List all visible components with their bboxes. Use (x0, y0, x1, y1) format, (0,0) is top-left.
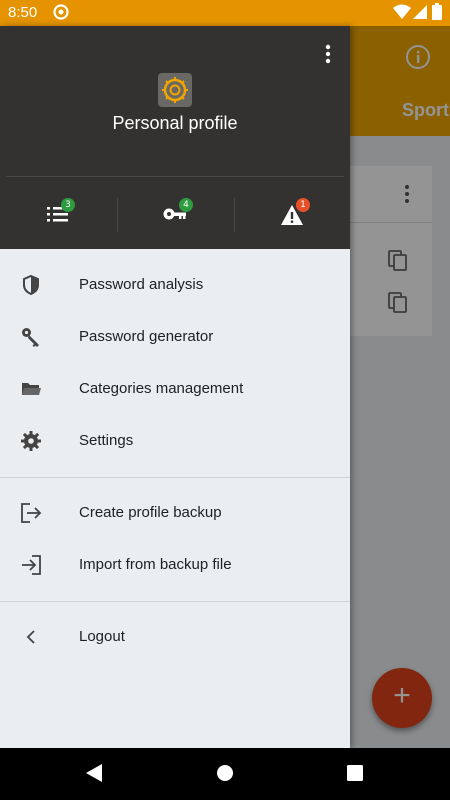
status-time: 8:50 (8, 4, 38, 21)
shield-icon (23, 274, 39, 296)
import-icon (22, 555, 41, 575)
gear-icon (21, 431, 41, 451)
folder-icon (22, 383, 41, 395)
stat-badge: 3 (61, 198, 75, 212)
menu-item-label: Categories management (79, 380, 244, 397)
menu-divider (0, 601, 350, 602)
menu-item-import-from-backup-file[interactable]: Import from backup file (0, 539, 350, 591)
menu-item-create-profile-backup[interactable]: Create profile backup (0, 487, 350, 539)
home-icon[interactable] (215, 762, 235, 784)
signal-icon (413, 5, 427, 19)
menu-item-categories-management[interactable]: Categories management (0, 363, 350, 415)
profile-avatar[interactable] (158, 73, 192, 107)
system-nav-bar (0, 748, 450, 800)
wifi-icon (393, 4, 411, 19)
stat-badge: 4 (179, 198, 193, 212)
back-icon[interactable] (84, 762, 104, 784)
navigation-drawer: Personal profile 3 4 1 Password analysis… (0, 26, 350, 748)
stat-badge: 1 (296, 198, 310, 212)
status-bar: 8:50 (0, 0, 450, 26)
menu-item-label: Logout (79, 628, 125, 645)
stat-warnings[interactable]: 1 (234, 196, 351, 236)
menu-divider (0, 477, 350, 478)
menu-item-label: Password analysis (79, 276, 204, 293)
recents-icon[interactable] (345, 762, 365, 784)
stat-entries[interactable]: 3 (0, 196, 117, 236)
chevron-left-icon (26, 630, 35, 644)
stat-passwords[interactable]: 4 (117, 196, 234, 236)
key-icon (22, 328, 39, 347)
export-icon (21, 503, 42, 523)
menu-item-label: Create profile backup (79, 504, 222, 521)
drawer-header: Personal profile 3 4 1 (0, 26, 350, 249)
menu-item-label: Import from backup file (79, 556, 232, 573)
menu-item-password-generator[interactable]: Password generator (0, 311, 350, 363)
vault-icon (162, 77, 188, 103)
menu-item-password-analysis[interactable]: Password analysis (0, 259, 350, 311)
sync-icon (53, 4, 69, 20)
battery-icon (432, 3, 442, 20)
header-divider (6, 176, 344, 177)
more-vert-icon[interactable] (318, 42, 338, 66)
menu-item-label: Password generator (79, 328, 214, 345)
menu-item-label: Settings (79, 432, 134, 449)
menu-item-logout[interactable]: Logout (0, 611, 350, 663)
profile-name: Personal profile (112, 113, 238, 133)
menu-item-settings[interactable]: Settings (0, 415, 350, 467)
